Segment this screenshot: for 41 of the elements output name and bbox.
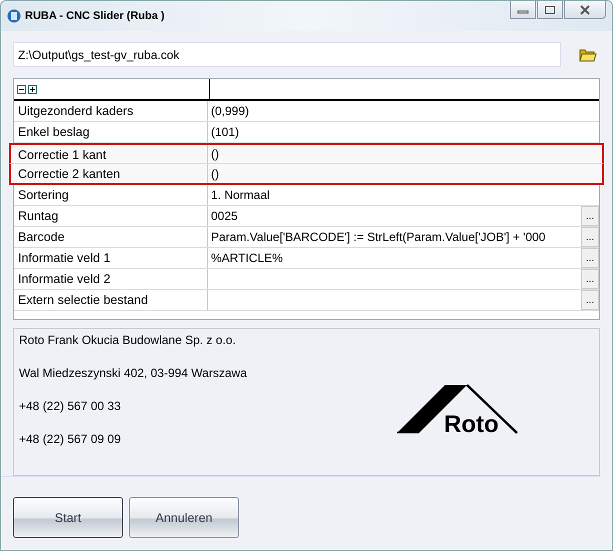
property-name: Correctie 2 kanten bbox=[14, 164, 208, 183]
app-icon bbox=[7, 9, 21, 23]
close-icon bbox=[579, 4, 591, 14]
window-title: RUBA - CNC Slider (Ruba ) bbox=[25, 10, 165, 22]
info-text: +48 (22) 567 00 33 bbox=[19, 400, 122, 413]
property-value[interactable]: () bbox=[211, 147, 599, 161]
info-text: Wal Miedzeszynski 402, 03-994 Warszawa bbox=[19, 367, 247, 380]
property-name: Informatie veld 1 bbox=[14, 248, 208, 268]
property-name: Extern selectie bestand bbox=[14, 290, 208, 310]
ellipsis-button[interactable]: ... bbox=[581, 269, 599, 289]
logo-text: Roto bbox=[444, 411, 499, 434]
ellipsis-button[interactable]: ... bbox=[581, 248, 599, 268]
ellipsis-button[interactable]: ... bbox=[581, 290, 599, 310]
close-button[interactable] bbox=[564, 1, 606, 19]
property-name: Informatie veld 2 bbox=[14, 269, 208, 289]
folder-icon[interactable] bbox=[579, 48, 597, 62]
property-value[interactable]: Param.Value['BARCODE'] := StrLeft(Param.Value['JOB'] + '000 bbox=[211, 230, 581, 244]
property-name: Sortering bbox=[14, 185, 208, 205]
property-value[interactable]: 1. Normaal bbox=[211, 188, 599, 202]
info-text: +48 (22) 567 09 09 bbox=[19, 433, 122, 446]
property-value[interactable]: %ARTICLE% bbox=[211, 251, 581, 265]
property-value[interactable]: 0025 bbox=[211, 209, 581, 223]
property-name: Uitgezonderd kaders bbox=[14, 101, 208, 121]
property-name: Barcode bbox=[14, 227, 208, 247]
maximize-button[interactable] bbox=[537, 1, 563, 19]
collapse-icon[interactable] bbox=[17, 84, 26, 94]
property-value[interactable]: (101) bbox=[211, 125, 599, 139]
property-name: Correctie 1 kant bbox=[14, 145, 208, 163]
minimize-button[interactable] bbox=[510, 1, 536, 19]
property-name: Enkel beslag bbox=[14, 122, 208, 142]
property-value[interactable]: (0,999) bbox=[211, 104, 599, 118]
info-text: Roto Frank Okucia Budowlane Sp. z o.o. bbox=[19, 334, 237, 347]
property-value[interactable]: () bbox=[211, 166, 599, 180]
expand-icon[interactable] bbox=[28, 84, 37, 94]
dialog-button[interactable]: Start bbox=[13, 497, 123, 538]
path-field[interactable]: Z:\Output\gs_test-gv_ruba.cok bbox=[13, 42, 561, 67]
maximize-icon bbox=[544, 4, 556, 14]
ellipsis-button[interactable]: ... bbox=[581, 227, 599, 247]
ellipsis-button[interactable]: ... bbox=[581, 206, 599, 226]
dialog-button[interactable]: Annuleren bbox=[129, 497, 239, 538]
property-name: Runtag bbox=[14, 206, 208, 226]
